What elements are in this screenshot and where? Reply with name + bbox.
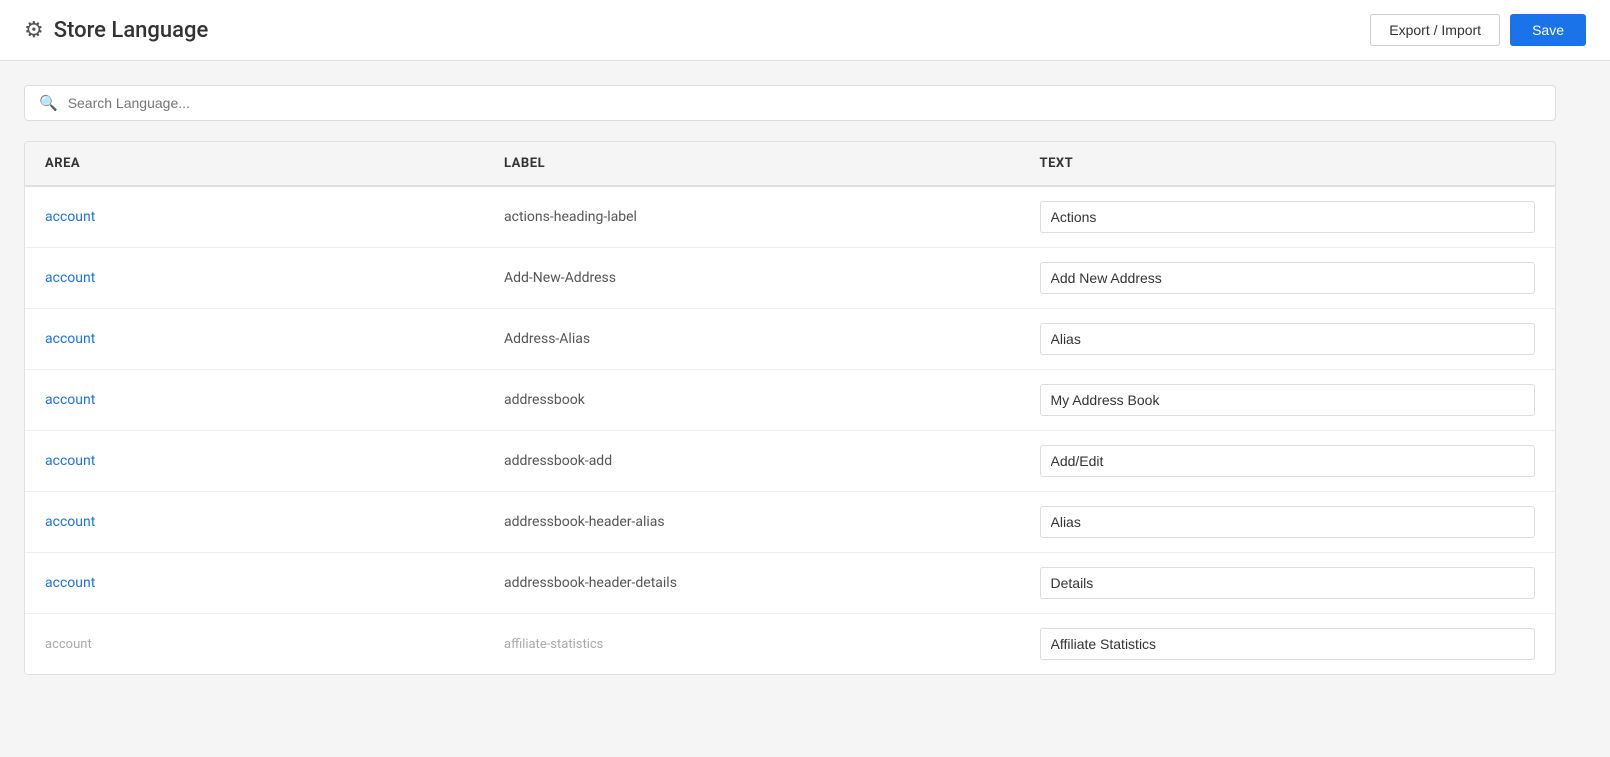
- col-label: LABEL: [484, 142, 1020, 186]
- text-cell: [1020, 309, 1556, 370]
- col-area: AREA: [25, 142, 484, 186]
- text-cell: [1020, 492, 1556, 553]
- table-row: account addressbook-header-alias: [25, 492, 1555, 553]
- text-input-field[interactable]: [1040, 506, 1536, 538]
- text-input-field[interactable]: [1040, 567, 1536, 599]
- label-value: Address-Alias: [504, 331, 590, 347]
- area-cell: account: [25, 186, 484, 248]
- col-text: TEXT: [1020, 142, 1556, 186]
- table-row: account affiliate-statistics: [25, 614, 1555, 675]
- search-icon: 🔍: [39, 94, 58, 112]
- search-bar: 🔍: [24, 85, 1556, 121]
- page-header: ⚙ Store Language Export / Import Save: [0, 0, 1610, 61]
- label-cell: Address-Alias: [484, 309, 1020, 370]
- area-link[interactable]: account: [45, 514, 95, 530]
- page-title: Store Language: [54, 18, 209, 43]
- text-input-field[interactable]: [1040, 201, 1536, 233]
- label-value: addressbook-header-details: [504, 575, 677, 591]
- text-cell: [1020, 553, 1556, 614]
- area-cell: account: [25, 553, 484, 614]
- table-header: AREA LABEL TEXT: [25, 142, 1555, 186]
- gear-icon: ⚙: [24, 18, 44, 43]
- area-cell: account: [25, 248, 484, 309]
- label-value: Add-New-Address: [504, 270, 616, 286]
- area-link[interactable]: account: [45, 575, 95, 591]
- table-body: account actions-heading-label account Add-N…: [25, 186, 1555, 674]
- table: AREA LABEL TEXT account actions-heading-l…: [25, 142, 1555, 674]
- text-cell: [1020, 370, 1556, 431]
- area-cell: account: [25, 431, 484, 492]
- header-actions: Export / Import Save: [1370, 14, 1586, 46]
- label-cell: addressbook-header-details: [484, 553, 1020, 614]
- export-import-button[interactable]: Export / Import: [1370, 14, 1500, 46]
- text-cell: [1020, 431, 1556, 492]
- text-input-field[interactable]: [1040, 628, 1536, 660]
- label-value: affiliate-statistics: [504, 637, 603, 652]
- save-button[interactable]: Save: [1510, 14, 1586, 46]
- label-cell: actions-heading-label: [484, 186, 1020, 248]
- language-table: AREA LABEL TEXT account actions-heading-l…: [24, 141, 1556, 675]
- label-value: actions-heading-label: [504, 209, 637, 225]
- area-link[interactable]: account: [45, 637, 92, 652]
- table-row: account addressbook-add: [25, 431, 1555, 492]
- text-cell: [1020, 614, 1556, 675]
- text-input-field[interactable]: [1040, 323, 1536, 355]
- area-link[interactable]: account: [45, 392, 95, 408]
- label-value: addressbook: [504, 392, 585, 408]
- label-value: addressbook-header-alias: [504, 514, 665, 530]
- table-row: account actions-heading-label: [25, 186, 1555, 248]
- main-content: 🔍 AREA LABEL TEXT account actions-heading…: [0, 61, 1580, 699]
- area-cell: account: [25, 370, 484, 431]
- area-link[interactable]: account: [45, 331, 95, 347]
- label-cell: addressbook-add: [484, 431, 1020, 492]
- text-input-field[interactable]: [1040, 262, 1536, 294]
- text-input-field[interactable]: [1040, 445, 1536, 477]
- text-cell: [1020, 248, 1556, 309]
- text-cell: [1020, 186, 1556, 248]
- label-value: addressbook-add: [504, 453, 612, 469]
- table-row: account Address-Alias: [25, 309, 1555, 370]
- area-cell: account: [25, 614, 484, 675]
- area-link[interactable]: account: [45, 453, 95, 469]
- area-link[interactable]: account: [45, 209, 95, 225]
- label-cell: addressbook-header-alias: [484, 492, 1020, 553]
- header-left: ⚙ Store Language: [24, 18, 208, 43]
- area-link[interactable]: account: [45, 270, 95, 286]
- label-cell: addressbook: [484, 370, 1020, 431]
- table-row: account addressbook-header-details: [25, 553, 1555, 614]
- text-input-field[interactable]: [1040, 384, 1536, 416]
- label-cell: Add-New-Address: [484, 248, 1020, 309]
- table-row: account addressbook: [25, 370, 1555, 431]
- table-row: account Add-New-Address: [25, 248, 1555, 309]
- search-input[interactable]: [68, 95, 1541, 111]
- area-cell: account: [25, 309, 484, 370]
- label-cell: affiliate-statistics: [484, 614, 1020, 675]
- area-cell: account: [25, 492, 484, 553]
